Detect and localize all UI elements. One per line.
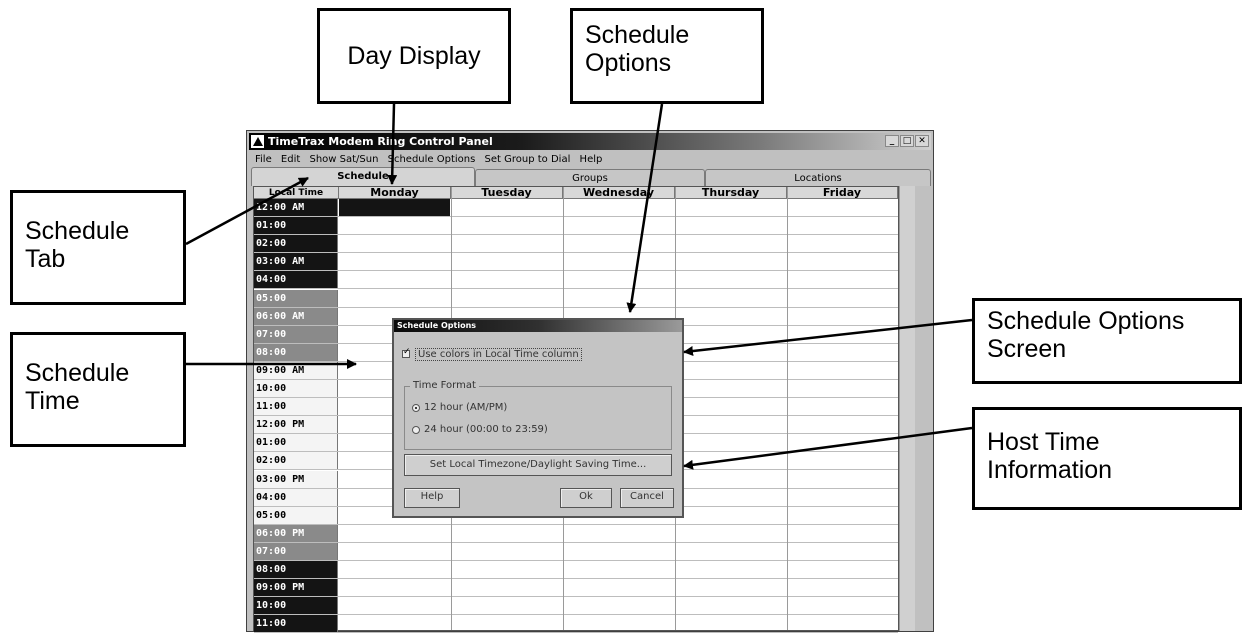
minimize-button[interactable]: _ [885, 135, 899, 147]
schedule-options-dialog: Schedule Options ✓ Use colors in Local T… [392, 318, 684, 518]
time-cell: 09:00 AM [254, 361, 338, 379]
time-cell: 03:00 AM [254, 253, 338, 271]
time-cell: 11:00 [254, 398, 338, 416]
time-cell: 12:00 PM [254, 416, 338, 434]
time-cell: 01:00 [254, 434, 338, 452]
time-cell: 03:00 PM [254, 470, 338, 488]
time-format-label: Time Format [410, 380, 479, 391]
table-row[interactable]: 06:00 PM [254, 524, 898, 543]
tab-locations[interactable]: Locations [705, 169, 931, 186]
set-timezone-button[interactable]: Set Local Timezone/Daylight Saving Time.… [404, 454, 672, 476]
column-divider [787, 187, 788, 630]
time-cell: 02:00 [254, 452, 338, 470]
table-row[interactable]: 08:00 [254, 561, 898, 580]
time-cell: 02:00 [254, 235, 338, 253]
app-icon [251, 135, 264, 148]
callout-schedule-time: Schedule Time [10, 332, 186, 447]
window-title: TimeTrax Modem Ring Control Panel [268, 135, 493, 148]
table-row[interactable]: 07:00 [254, 542, 898, 561]
menu-bar: File Edit Show Sat/Sun Schedule Options … [249, 152, 931, 168]
time-format-group [404, 386, 672, 450]
dialog-title[interactable]: Schedule Options [394, 320, 682, 332]
table-row[interactable]: 10:00 [254, 597, 898, 616]
time-cell: 06:00 PM [254, 524, 338, 542]
header-monday[interactable]: Monday [339, 187, 451, 199]
label-12-hour[interactable]: 12 hour (AM/PM) [424, 402, 507, 413]
use-colors-label[interactable]: Use colors in Local Time column [415, 348, 582, 361]
cancel-button[interactable]: Cancel [620, 488, 674, 508]
checkmark-icon: ✓ [403, 347, 411, 357]
table-row[interactable]: 03:00 AM [254, 253, 898, 272]
callout-schedule-tab: Schedule Tab [10, 190, 186, 305]
time-cell: 10:00 [254, 380, 338, 398]
label-24-hour[interactable]: 24 hour (00:00 to 23:59) [424, 424, 548, 435]
time-cell: 04:00 [254, 271, 338, 289]
menu-edit[interactable]: Edit [281, 154, 300, 165]
ok-button[interactable]: Ok [560, 488, 612, 508]
title-bar[interactable]: TimeTrax Modem Ring Control Panel _ □ ✕ [249, 133, 931, 150]
time-cell: 07:00 [254, 542, 338, 560]
tab-groups[interactable]: Groups [475, 169, 705, 186]
time-cell: 12:00 AM [254, 199, 338, 217]
maximize-button[interactable]: □ [900, 135, 914, 147]
table-row[interactable]: 02:00 [254, 235, 898, 254]
callout-schedule-options-screen: Schedule Options Screen [972, 298, 1242, 384]
callout-schedule-options: Schedule Options [570, 8, 764, 104]
time-cell: 08:00 [254, 561, 338, 579]
header-thursday[interactable]: Thursday [675, 187, 787, 199]
callout-host-time-information: Host Time Information [972, 407, 1242, 510]
menu-set-group-to-dial[interactable]: Set Group to Dial [485, 154, 571, 165]
table-row[interactable]: 09:00 PM [254, 579, 898, 598]
header-tuesday[interactable]: Tuesday [451, 187, 563, 199]
time-cell: 11:00 [254, 615, 338, 633]
time-cell: 10:00 [254, 597, 338, 615]
help-button[interactable]: Help [404, 488, 460, 508]
radio-12-hour[interactable] [412, 404, 420, 412]
time-cell: 04:00 [254, 488, 338, 506]
table-row[interactable]: 05:00 [254, 289, 898, 308]
time-cell: 07:00 [254, 325, 338, 343]
header-wednesday[interactable]: Wednesday [563, 187, 675, 199]
selected-cell-monday-12am[interactable] [339, 199, 450, 217]
menu-help[interactable]: Help [580, 154, 603, 165]
table-row[interactable]: 01:00 [254, 217, 898, 236]
time-cell: 08:00 [254, 343, 338, 361]
table-row[interactable]: 04:00 [254, 271, 898, 290]
vertical-scrollbar[interactable] [899, 186, 915, 631]
time-cell: 05:00 [254, 289, 338, 307]
tab-schedule[interactable]: Schedule [251, 167, 475, 186]
header-friday[interactable]: Friday [787, 187, 898, 199]
menu-schedule-options[interactable]: Schedule Options [388, 154, 476, 165]
header-local-time: Local Time [254, 187, 339, 199]
table-row[interactable]: 11:00 [254, 615, 898, 634]
use-colors-checkbox[interactable]: ✓ [402, 347, 411, 358]
radio-24-hour[interactable] [412, 426, 420, 434]
time-cell: 09:00 PM [254, 579, 338, 597]
time-cell: 06:00 AM [254, 307, 338, 325]
menu-file[interactable]: File [255, 154, 272, 165]
time-cell: 05:00 [254, 506, 338, 524]
callout-day-display: Day Display [317, 8, 511, 104]
menu-show-sat-sun[interactable]: Show Sat/Sun [309, 154, 378, 165]
close-button[interactable]: ✕ [915, 135, 929, 147]
time-cell: 01:00 [254, 217, 338, 235]
